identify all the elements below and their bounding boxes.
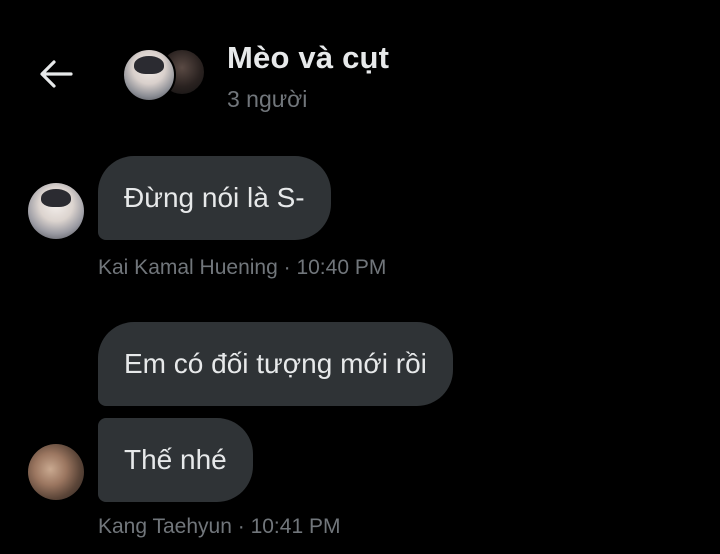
message-text: Thế nhé [124, 444, 227, 475]
avatar[interactable] [28, 444, 84, 500]
group-avatar[interactable] [122, 46, 206, 102]
message-bubble[interactable]: Thế nhé [98, 418, 253, 502]
meta-separator: · [277, 256, 297, 279]
avatar[interactable] [28, 183, 84, 239]
participant-count[interactable]: 3 người [227, 86, 307, 113]
message-time: 10:41 PM [250, 515, 341, 538]
conversation-title[interactable]: Mèo và cụt [227, 40, 389, 76]
sender-name[interactable]: Kang Taehyun [98, 515, 232, 538]
meta-separator: · [231, 515, 251, 538]
message-time: 10:40 PM [296, 256, 387, 279]
message-text: Đừng nói là S- [124, 182, 305, 213]
message-meta: Kang Taehyun · 10:41 PM [98, 515, 340, 539]
message-meta: Kai Kamal Huening · 10:40 PM [98, 256, 386, 280]
conversation-header: Mèo và cụt 3 người [0, 0, 720, 130]
back-button[interactable] [34, 52, 78, 96]
message-bubble[interactable]: Đừng nói là S- [98, 156, 331, 240]
message-text: Em có đối tượng mới rồi [124, 348, 427, 379]
group-avatar-member-1 [122, 48, 176, 102]
message-bubble[interactable]: Em có đối tượng mới rồi [98, 322, 453, 406]
back-arrow-icon [40, 60, 73, 88]
sender-name[interactable]: Kai Kamal Huening [98, 256, 278, 279]
